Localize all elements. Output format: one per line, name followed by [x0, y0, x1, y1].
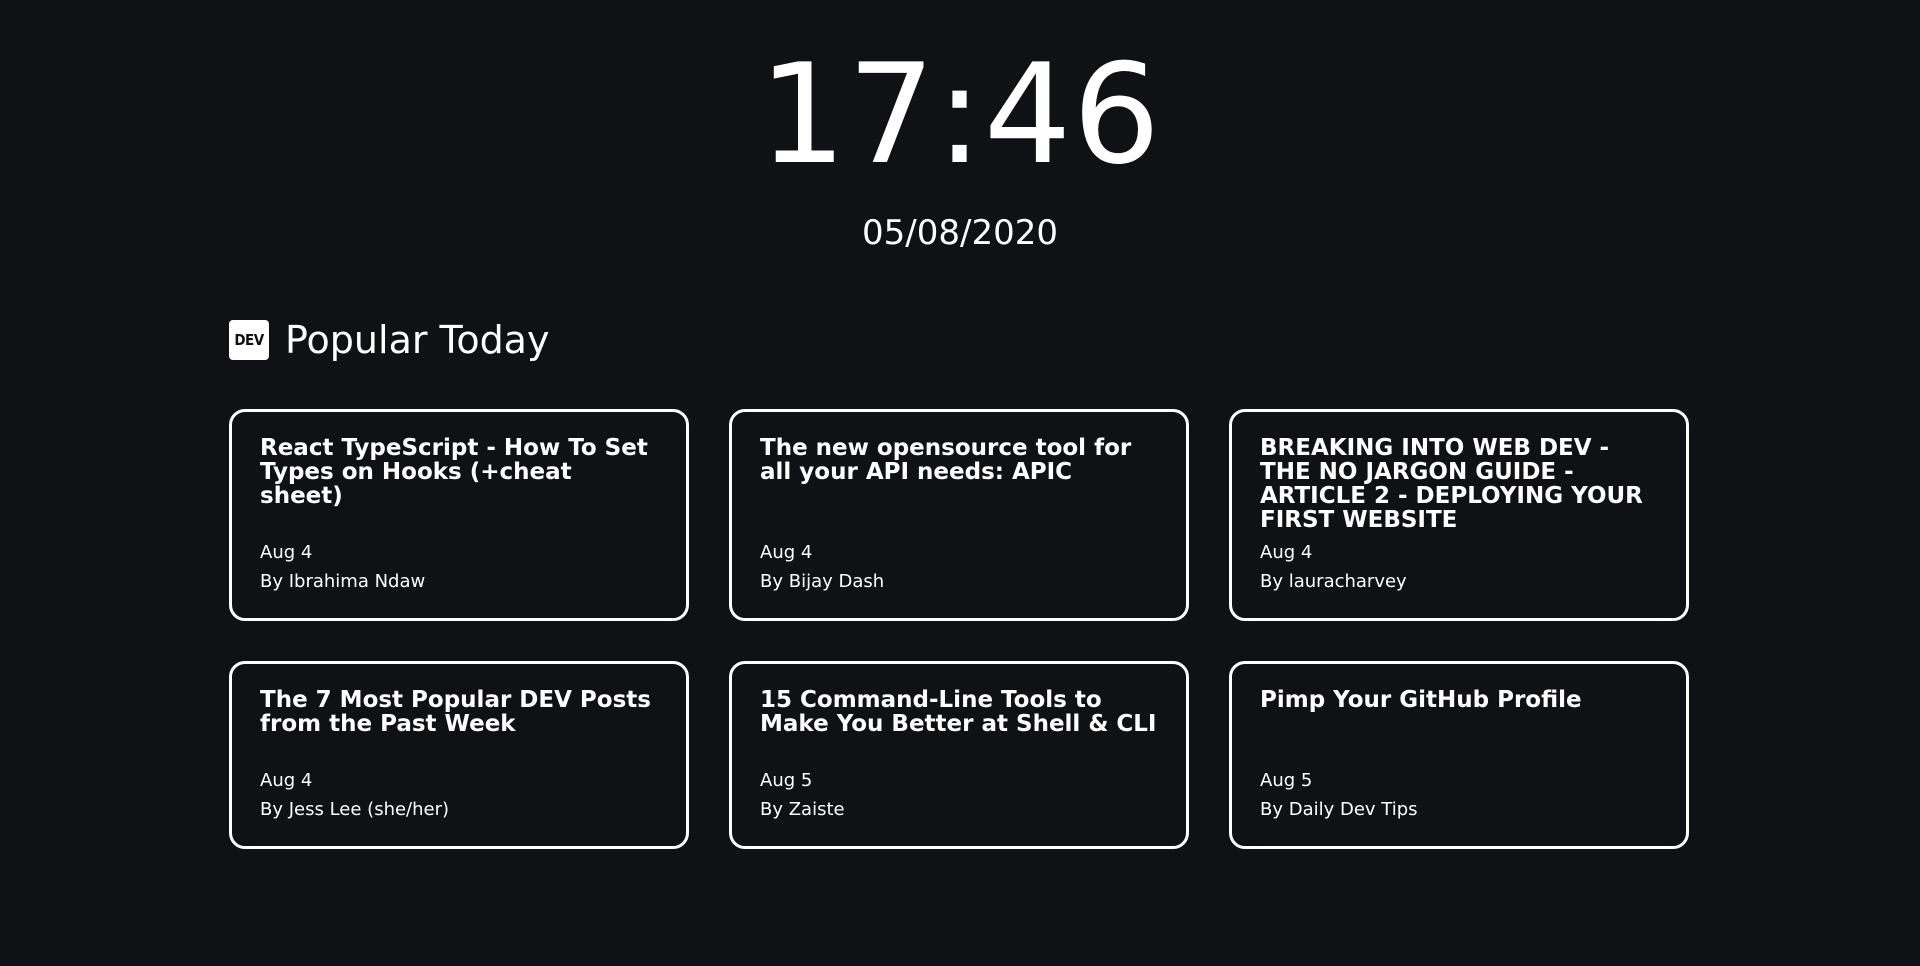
section-header: DEV Popular Today	[229, 316, 549, 364]
articles-grid: React TypeScript - How To Set Types on H…	[229, 409, 1691, 849]
section-title: Popular Today	[285, 318, 550, 362]
article-title[interactable]: The new opensource tool for all your API…	[760, 436, 1158, 484]
article-title[interactable]: Pimp Your GitHub Profile	[1260, 688, 1658, 712]
article-card[interactable]: React TypeScript - How To Set Types on H…	[229, 409, 689, 621]
dev-logo-icon[interactable]: DEV	[229, 320, 269, 360]
article-title[interactable]: The 7 Most Popular DEV Posts from the Pa…	[260, 688, 658, 736]
article-date: Aug 4	[260, 542, 313, 563]
article-date: Aug 4	[260, 770, 313, 791]
article-card[interactable]: BREAKING INTO WEB DEV - THE NO JARGON GU…	[1229, 409, 1689, 621]
article-author: By Daily Dev Tips	[1260, 799, 1418, 820]
new-tab-page: 17:46 05/08/2020 DEV Popular Today React…	[0, 0, 1920, 966]
clock-date: 05/08/2020	[862, 213, 1058, 253]
article-title[interactable]: React TypeScript - How To Set Types on H…	[260, 436, 658, 508]
article-date: Aug 4	[1260, 542, 1313, 563]
clock-time: 17:46	[758, 34, 1162, 195]
article-author: By Jess Lee (she/her)	[260, 799, 450, 820]
article-author: By Ibrahima Ndaw	[260, 571, 426, 592]
article-author: By lauracharvey	[1260, 571, 1407, 592]
article-date: Aug 5	[1260, 770, 1313, 791]
article-card[interactable]: The new opensource tool for all your API…	[729, 409, 1189, 621]
article-date: Aug 5	[760, 770, 813, 791]
article-date: Aug 4	[760, 542, 813, 563]
article-card[interactable]: The 7 Most Popular DEV Posts from the Pa…	[229, 661, 689, 849]
article-author: By Bijay Dash	[760, 571, 885, 592]
article-title[interactable]: 15 Command-Line Tools to Make You Better…	[760, 688, 1158, 736]
article-author: By Zaiste	[760, 799, 845, 820]
article-card[interactable]: 15 Command-Line Tools to Make You Better…	[729, 661, 1189, 849]
article-card[interactable]: Pimp Your GitHub Profile Aug 5 By Daily …	[1229, 661, 1689, 849]
article-title[interactable]: BREAKING INTO WEB DEV - THE NO JARGON GU…	[1260, 436, 1658, 532]
